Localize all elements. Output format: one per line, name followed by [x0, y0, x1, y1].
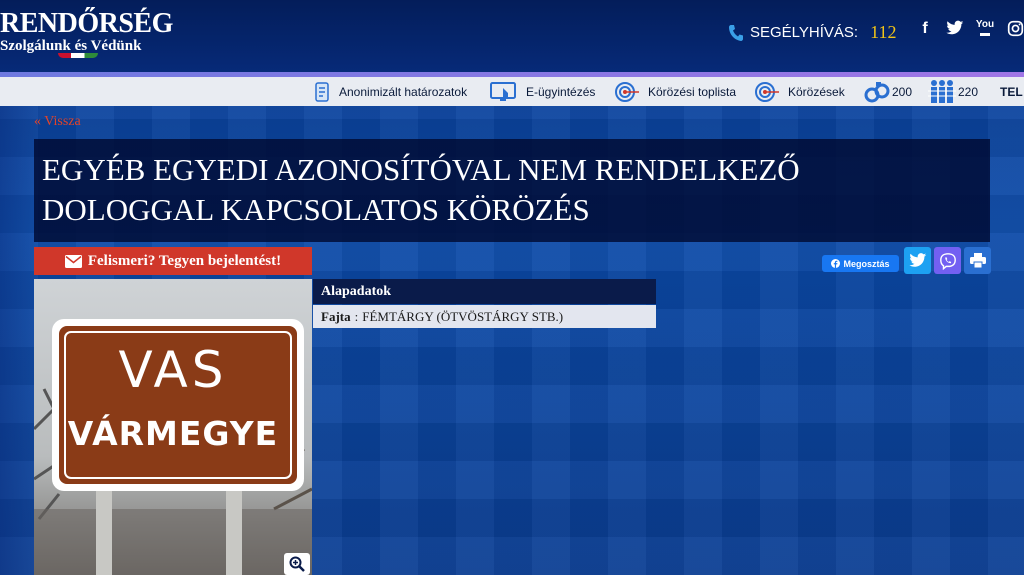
handcuffs-icon — [864, 81, 890, 102]
print-button[interactable] — [964, 247, 991, 274]
instagram-icon[interactable] — [1005, 20, 1024, 42]
social-links: f You ▬ — [915, 20, 1024, 42]
page-title: EGYÉB EGYEDI AZONOSÍTÓVAL NEM RENDELKEZŐ… — [42, 152, 800, 227]
back-link[interactable]: « Vissza — [34, 114, 81, 130]
phone-icon — [729, 24, 743, 41]
details-key: Fajta — [321, 308, 351, 324]
target-icon — [615, 81, 639, 102]
nav-item-wanted[interactable]: Körözések — [754, 77, 845, 106]
logo-title[interactable]: RENDŐRSÉG — [0, 8, 173, 40]
flag-ribbon-icon — [58, 53, 98, 58]
details-header: Alapadatok — [313, 279, 656, 304]
viber-share-button[interactable] — [934, 247, 961, 274]
nav-label: E-ügyintézés — [526, 84, 596, 99]
nav-item-wanted-toplist[interactable]: Körözési toplista — [614, 77, 736, 106]
facebook-icon — [831, 259, 841, 268]
hotline-number[interactable]: 112 — [870, 22, 896, 43]
youtube-icon[interactable]: You ▬ — [975, 20, 995, 42]
nav-item-count-handcuffs[interactable]: 200 — [864, 77, 912, 106]
envelope-icon — [64, 254, 82, 268]
title-panel: EGYÉB EGYEDI AZONOSÍTÓVAL NEM RENDELKEZŐ… — [34, 139, 990, 242]
monitor-hand-icon — [490, 81, 516, 101]
twitter-icon — [908, 253, 926, 267]
nav-item-tel[interactable]: TEL — [1000, 77, 1023, 106]
report-button[interactable]: Felismeri? Tegyen bejelentést! — [34, 247, 312, 275]
nav-item-anonymized-decisions[interactable]: Anonimizált határozatok — [313, 77, 467, 106]
hotline-label: SEGÉLYHÍVÁS: — [750, 24, 859, 41]
item-photo[interactable]: VAS VÁRMEGYE — [34, 279, 312, 575]
zoom-button[interactable] — [284, 553, 310, 575]
twitter-icon[interactable] — [945, 20, 965, 42]
sign-text-line1: VAS — [118, 341, 228, 399]
facebook-icon[interactable]: f — [915, 20, 935, 42]
twitter-share-button[interactable] — [904, 247, 931, 274]
nav-label: Körözési toplista — [648, 84, 737, 99]
nav-item-e-administration[interactable]: E-ügyintézés — [490, 77, 595, 106]
viber-icon — [939, 252, 956, 270]
emergency-hotline: SEGÉLYHÍVÁS: 112 — [728, 22, 896, 43]
target-icon — [755, 81, 779, 102]
zoom-in-icon — [289, 556, 305, 572]
document-icon — [315, 81, 329, 102]
nav-label: Körözések — [788, 84, 845, 99]
quick-nav-bar: Anonimizált határozatok E-ügyintézés Kör… — [0, 77, 1024, 106]
print-icon — [969, 253, 986, 268]
sign-text-line2: VÁRMEGYE — [67, 414, 279, 453]
nav-label: TEL — [1000, 84, 1023, 99]
nav-item-count-people[interactable]: 220 — [928, 77, 978, 106]
report-button-label: Felismeri? Tegyen bejelentést! — [87, 252, 282, 269]
nav-count: 220 — [958, 84, 979, 99]
details-value: FÉMTÁRGY (ÖTVÖSTÁRGY STB.) — [362, 308, 564, 324]
details-row: Fajta: FÉMTÁRGY (ÖTVÖSTÁRGY STB.) — [313, 305, 656, 328]
share-label: Megosztás — [843, 258, 890, 269]
facebook-share-button[interactable]: Megosztás — [822, 255, 899, 272]
people-icon — [928, 79, 956, 103]
nav-count: 200 — [892, 84, 913, 99]
site-header: RENDŐRSÉG Szolgálunk és Védünk SEGÉLYHÍV… — [0, 0, 1024, 72]
nav-label: Anonimizált határozatok — [339, 84, 468, 99]
